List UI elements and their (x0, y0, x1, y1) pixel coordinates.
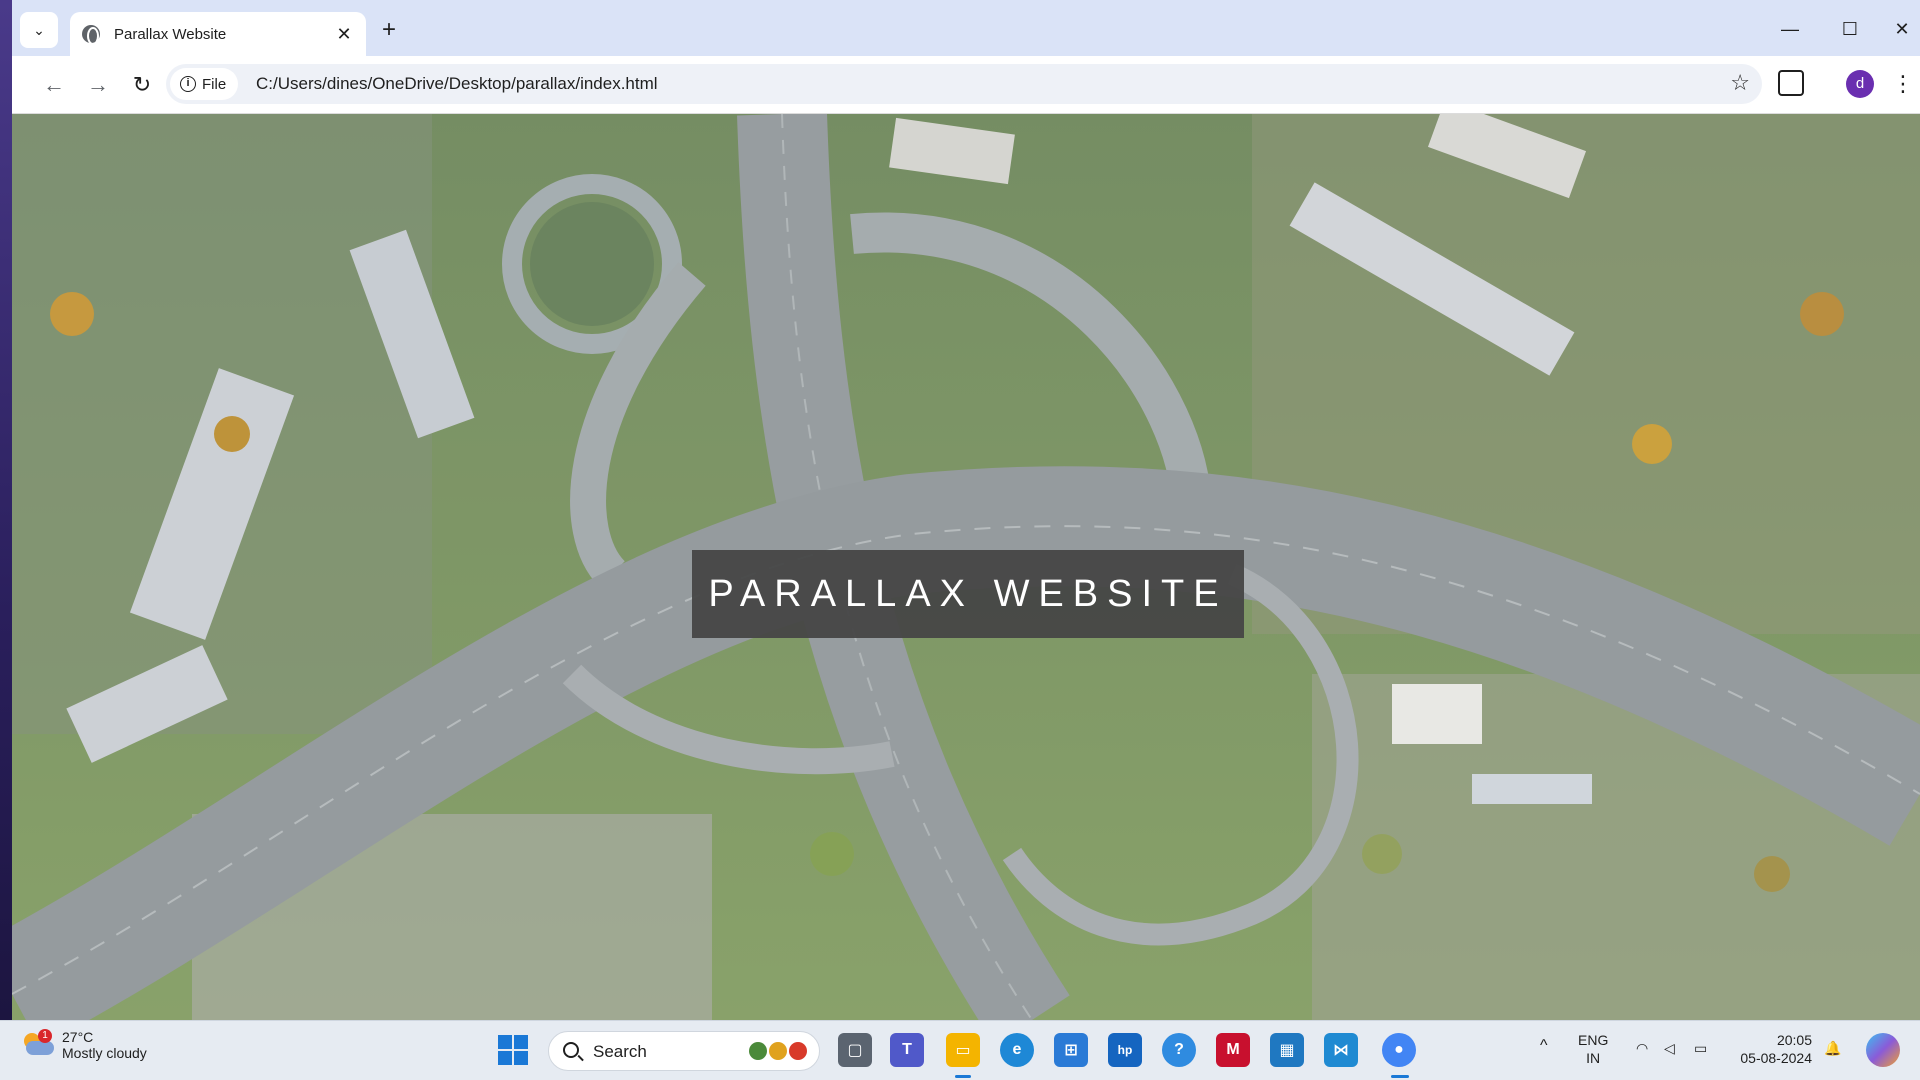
browser-toolbar: ← → ↻ i File C:/Users/dines/OneDrive/Des… (12, 56, 1920, 114)
copilot-icon[interactable] (1866, 1033, 1900, 1067)
weather-cloud-icon: 1 (22, 1029, 54, 1057)
bell-icon[interactable]: 🔔 (1824, 1039, 1841, 1057)
myhp-icon[interactable]: hp (1108, 1033, 1142, 1067)
tab-parallax-website[interactable]: Parallax Website ✕ (70, 12, 366, 56)
hero-title: PARALLAX WEBSITE (708, 572, 1228, 615)
extensions-icon[interactable] (1778, 70, 1804, 96)
lang-line1: ENG (1578, 1032, 1609, 1048)
back-button[interactable]: ← (36, 68, 72, 104)
info-icon: i (180, 76, 196, 92)
weather-desc: Mostly cloudy (62, 1045, 147, 1061)
clock-time: 20:05 (1776, 1032, 1812, 1048)
language-indicator[interactable]: ENG IN (1578, 1031, 1608, 1067)
site-info-chip[interactable]: i File (170, 68, 238, 100)
weather-temp: 27°C (62, 1029, 94, 1045)
maximize-button[interactable]: ☐ (1830, 14, 1870, 44)
tab-search-button[interactable]: ⌄ (20, 12, 58, 48)
edge-icon[interactable]: e (1000, 1033, 1034, 1067)
start-button[interactable] (498, 1035, 528, 1065)
help-icon[interactable]: ? (1162, 1033, 1196, 1067)
vscode-icon[interactable]: ⋈ (1324, 1033, 1358, 1067)
tray-chevron-icon[interactable]: ^ (1540, 1037, 1548, 1055)
tab-search-icon: ⌄ (33, 21, 45, 38)
kebab-menu-icon[interactable]: ⋮ (1892, 68, 1914, 100)
volume-icon[interactable]: ◁ (1664, 1039, 1675, 1057)
lang-line2: IN (1586, 1050, 1601, 1066)
close-window-button[interactable]: ✕ (1882, 14, 1920, 44)
star-icon[interactable]: ☆ (1730, 70, 1750, 96)
weather-badge: 1 (38, 1029, 52, 1043)
wifi-icon[interactable]: ◠ (1636, 1039, 1648, 1057)
new-tab-button[interactable]: + (374, 16, 404, 46)
file-explorer-icon[interactable]: ▭ (946, 1033, 980, 1067)
tab-close-button[interactable]: ✕ (334, 24, 354, 45)
globe-icon (82, 25, 100, 45)
page-viewport: PARALLAX WEBSITE (12, 114, 1920, 1020)
chrome-icon[interactable]: ● (1382, 1033, 1416, 1067)
reload-button[interactable]: ↻ (124, 68, 160, 104)
teams-icon[interactable]: T (890, 1033, 924, 1067)
tab-title: Parallax Website (114, 25, 227, 43)
weather-widget[interactable]: 1 27°C Mostly cloudy (22, 1029, 147, 1061)
browser-window: ⌄ Parallax Website ✕ + — ☐ ✕ ← → ↻ i Fil… (12, 0, 1920, 1020)
tab-strip: ⌄ Parallax Website ✕ + — ☐ ✕ (12, 0, 1920, 56)
windows-taskbar: 1 27°C Mostly cloudy Search ▢ T ▭ e ⊞ hp… (0, 1020, 1920, 1080)
task-view-icon[interactable]: ▢ (838, 1033, 872, 1067)
site-info-label: File (202, 75, 227, 93)
hero-title-box: PARALLAX WEBSITE (692, 550, 1244, 638)
url-text[interactable]: C:/Users/dines/OneDrive/Desktop/parallax… (256, 74, 658, 94)
clock[interactable]: 20:05 05-08-2024 (1716, 1031, 1812, 1067)
profile-avatar[interactable]: d (1846, 70, 1874, 98)
search-highlight-icon (749, 1042, 809, 1062)
address-bar[interactable]: i File C:/Users/dines/OneDrive/Desktop/p… (166, 64, 1762, 104)
clock-date: 05-08-2024 (1740, 1050, 1812, 1066)
forward-button[interactable]: → (80, 68, 116, 104)
battery-icon[interactable]: ▭ (1694, 1039, 1707, 1057)
search-label: Search (593, 1042, 647, 1061)
search-icon (563, 1042, 579, 1058)
calculator-icon[interactable]: ▦ (1270, 1033, 1304, 1067)
store-icon[interactable]: ⊞ (1054, 1033, 1088, 1067)
minimize-button[interactable]: — (1770, 14, 1810, 44)
desktop-background (0, 0, 12, 1020)
mcafee-icon[interactable]: M (1216, 1033, 1250, 1067)
taskbar-search[interactable]: Search (548, 1031, 820, 1071)
